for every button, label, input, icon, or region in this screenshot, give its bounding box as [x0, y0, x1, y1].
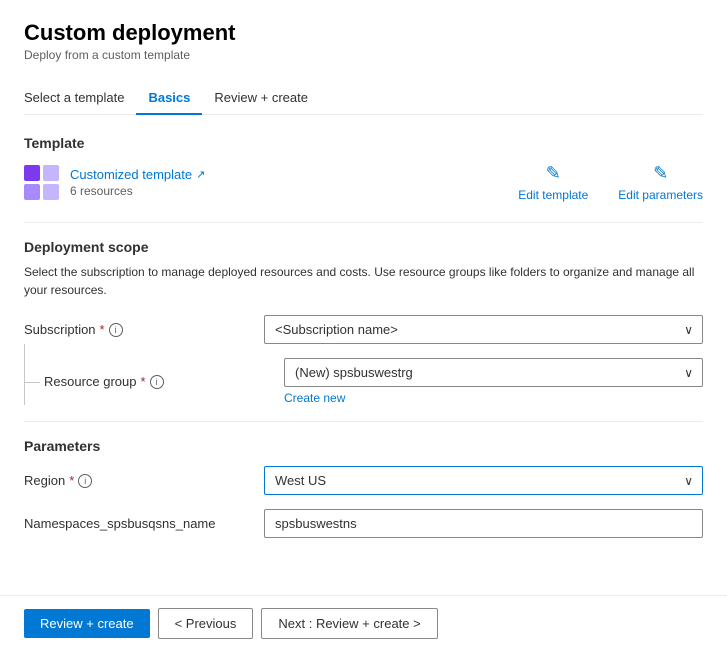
- tab-basics[interactable]: Basics: [136, 82, 202, 115]
- icon-sq-4: [43, 184, 59, 200]
- resource-group-control: (New) spsbuswestrg ∨ Create new: [284, 358, 703, 405]
- deployment-scope-section: Deployment scope Select the subscription…: [24, 239, 703, 405]
- template-section: Template Customized template ↗ 6 resourc…: [24, 135, 703, 202]
- resource-group-info-icon[interactable]: i: [150, 375, 164, 389]
- tab-review-create[interactable]: Review + create: [202, 82, 320, 115]
- next-button[interactable]: Next : Review + create >: [261, 608, 437, 639]
- review-create-button[interactable]: Review + create: [24, 609, 150, 638]
- icon-sq-2: [43, 165, 59, 181]
- create-new-link[interactable]: Create new: [284, 391, 703, 405]
- template-heading: Template: [24, 135, 703, 151]
- icon-sq-3: [24, 184, 40, 200]
- resource-group-label: Resource group * i: [44, 374, 284, 389]
- template-name-link[interactable]: Customized template ↗: [70, 167, 205, 182]
- page-title: Custom deployment: [24, 20, 703, 46]
- parameters-section: Parameters Region * i West US ∨ Namespac…: [24, 438, 703, 538]
- subscription-control: <Subscription name> ∨: [264, 315, 703, 344]
- subscription-select-wrapper: <Subscription name> ∨: [264, 315, 703, 344]
- region-info-icon[interactable]: i: [78, 474, 92, 488]
- subscription-label: Subscription * i: [24, 322, 264, 337]
- divider-2: [24, 421, 703, 422]
- subscription-row: Subscription * i <Subscription name> ∨: [24, 315, 703, 344]
- namespace-input[interactable]: [264, 509, 703, 538]
- template-info: Customized template ↗ 6 resources: [24, 165, 205, 201]
- parameters-heading: Parameters: [24, 438, 703, 454]
- deployment-scope-desc: Select the subscription to manage deploy…: [24, 263, 703, 299]
- edit-template-icon: ✎: [546, 163, 561, 184]
- previous-button[interactable]: < Previous: [158, 608, 254, 639]
- region-select-wrapper: West US ∨: [264, 466, 703, 495]
- template-resources: 6 resources: [70, 184, 205, 198]
- resource-group-select-wrapper: (New) spsbuswestrg ∨: [284, 358, 703, 387]
- namespace-control: [264, 509, 703, 538]
- template-icon: [24, 165, 60, 201]
- template-actions: ✎ Edit template ✎ Edit parameters: [518, 163, 703, 202]
- page-subtitle: Deploy from a custom template: [24, 48, 703, 62]
- subscription-info-icon[interactable]: i: [109, 323, 123, 337]
- tab-select-template[interactable]: Select a template: [24, 82, 136, 115]
- region-row: Region * i West US ∨: [24, 466, 703, 495]
- subscription-required: *: [100, 322, 105, 337]
- edit-parameters-icon: ✎: [653, 163, 668, 184]
- region-required: *: [69, 473, 74, 488]
- region-select[interactable]: West US: [264, 466, 703, 495]
- footer-bar: Review + create < Previous Next : Review…: [0, 595, 727, 651]
- resource-group-required: *: [141, 374, 146, 389]
- namespace-row: Namespaces_spsbusqsns_name: [24, 509, 703, 538]
- resource-group-select[interactable]: (New) spsbuswestrg: [284, 358, 703, 387]
- region-label: Region * i: [24, 473, 264, 488]
- external-link-icon: ↗: [196, 168, 205, 181]
- namespace-label: Namespaces_spsbusqsns_name: [24, 516, 264, 531]
- edit-template-button[interactable]: ✎ Edit template: [518, 163, 588, 202]
- region-control: West US ∨: [264, 466, 703, 495]
- tabs-bar: Select a template Basics Review + create: [24, 82, 703, 115]
- divider-1: [24, 222, 703, 223]
- resource-group-row: Resource group * i (New) spsbuswestrg ∨ …: [24, 358, 703, 405]
- icon-sq-1: [24, 165, 40, 181]
- deployment-scope-heading: Deployment scope: [24, 239, 703, 255]
- subscription-select[interactable]: <Subscription name>: [264, 315, 703, 344]
- edit-parameters-button[interactable]: ✎ Edit parameters: [618, 163, 703, 202]
